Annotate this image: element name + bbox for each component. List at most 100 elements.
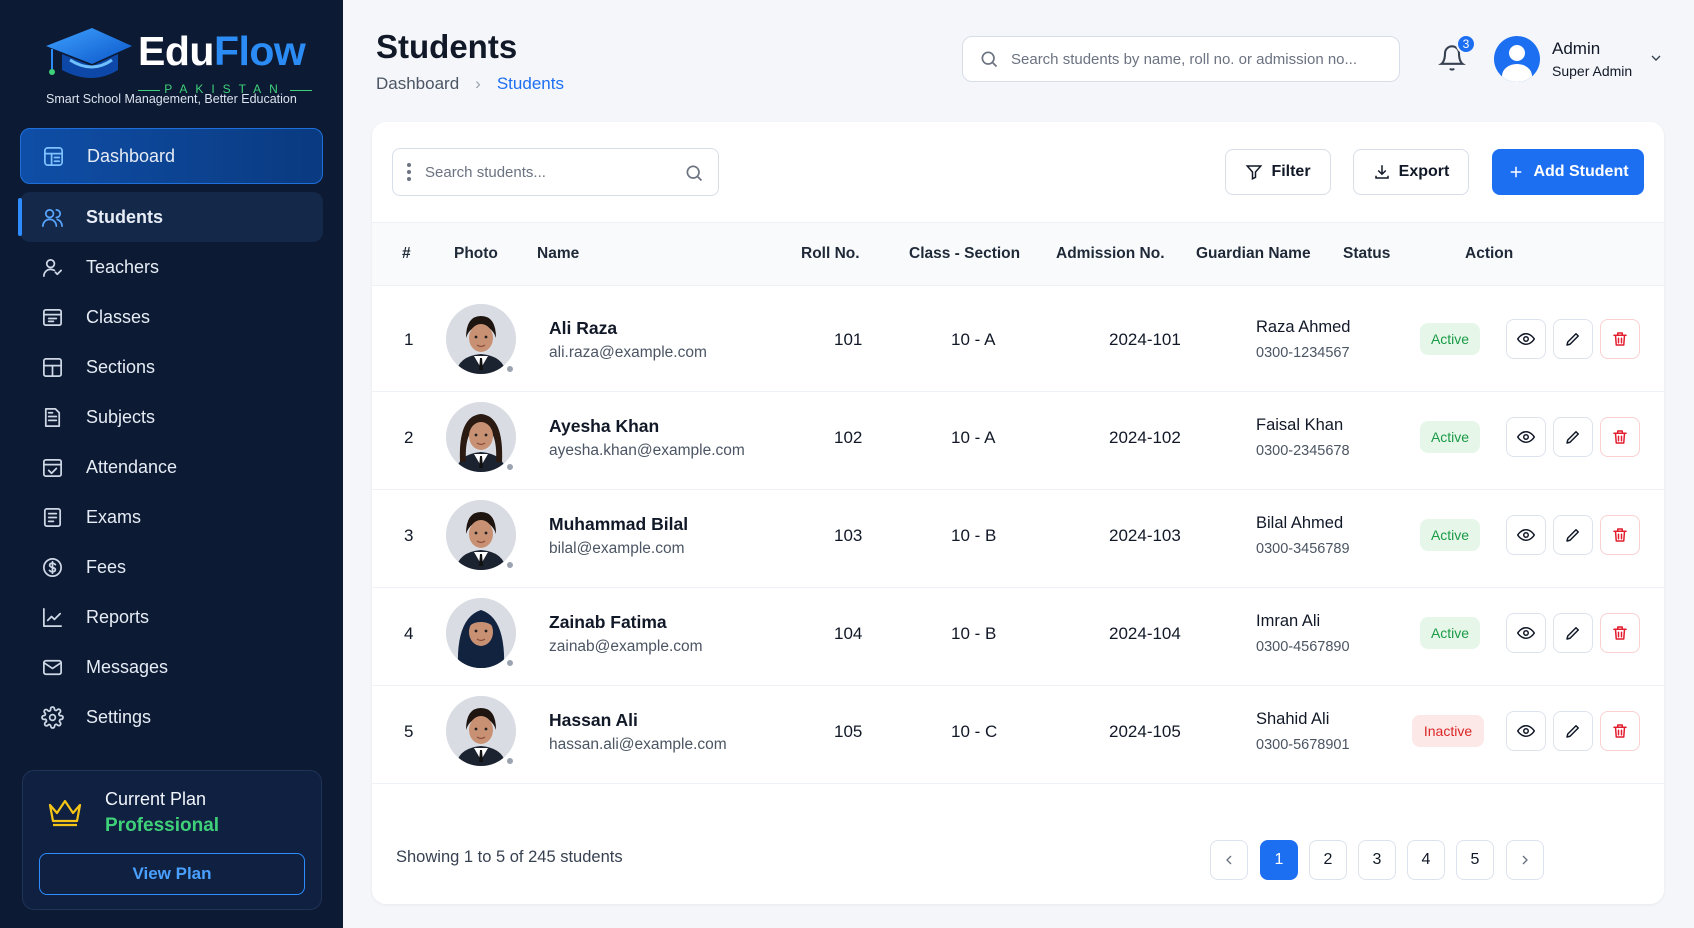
view-button[interactable] — [1506, 319, 1546, 359]
edit-button[interactable] — [1553, 613, 1593, 653]
sidebar-item-sections[interactable]: Sections — [20, 342, 323, 392]
edit-button[interactable] — [1553, 319, 1593, 359]
class-section: 10 - A — [951, 428, 996, 447]
teachers-icon — [40, 255, 64, 279]
breadcrumb-dashboard[interactable]: Dashboard — [376, 74, 459, 94]
sidebar-item-label: Messages — [86, 656, 169, 677]
filter-button[interactable]: Filter — [1225, 149, 1331, 195]
plan-label: Current Plan — [105, 789, 207, 809]
roll-number: 102 — [834, 428, 863, 447]
view-button[interactable] — [1506, 515, 1546, 555]
global-search-input[interactable] — [1011, 50, 1391, 68]
edit-button[interactable] — [1553, 417, 1593, 457]
sidebar-item-label: Attendance — [86, 456, 178, 477]
sidebar-item-subjects[interactable]: Subjects — [20, 392, 323, 442]
attendance-icon — [40, 455, 64, 479]
delete-button[interactable] — [1600, 515, 1640, 555]
table-row: 1 Ali Raza ali.raza@example.com 101 10 - A 20… — [372, 286, 1664, 392]
brand-logo[interactable]: EduFlow PAKISTAN Smart School Management… — [40, 22, 312, 112]
fees-icon — [40, 555, 64, 579]
column-header[interactable]: Guardian Name — [1196, 245, 1311, 263]
student-name[interactable]: Ali Raza — [549, 318, 617, 339]
sidebar-item-students[interactable]: Students — [18, 192, 323, 242]
table-row: 2 Ayesha Khan ayesha.khan@example.com 102 10… — [372, 384, 1664, 490]
sidebar-item-messages[interactable]: Messages — [20, 642, 323, 692]
brand-tagline: Smart School Management, Better Educatio… — [46, 92, 297, 106]
delete-button[interactable] — [1600, 613, 1640, 653]
sidebar-item-label: Classes — [86, 306, 151, 327]
row-number: 3 — [404, 526, 414, 545]
user-menu[interactable]: Admin Super Admin — [1494, 34, 1664, 84]
sidebar-item-dashboard[interactable]: Dashboard — [20, 128, 323, 184]
pagination-summary: Showing 1 to 5 of 245 students — [396, 848, 623, 866]
sidebar-item-label: Reports — [86, 606, 150, 627]
delete-button[interactable] — [1600, 319, 1640, 359]
roll-number: 103 — [834, 526, 863, 545]
next-page-button[interactable] — [1506, 840, 1544, 880]
sidebar-item-classes[interactable]: Classes — [20, 292, 323, 342]
student-name[interactable]: Hassan Ali — [549, 710, 638, 731]
class-section: 10 - B — [951, 526, 997, 545]
exams-icon — [40, 505, 64, 529]
sidebar-item-settings[interactable]: Settings — [20, 692, 323, 742]
column-header[interactable]: Admission No. — [1056, 245, 1165, 263]
student-photo — [446, 402, 516, 472]
view-button[interactable] — [1506, 417, 1546, 457]
column-header: # — [402, 245, 411, 262]
avatar — [1494, 36, 1540, 82]
add-student-button[interactable]: Add Student — [1492, 149, 1644, 195]
column-header[interactable]: Status — [1343, 245, 1390, 263]
column-header[interactable]: Roll No. — [801, 245, 860, 263]
row-number: 2 — [404, 428, 414, 447]
reports-icon — [40, 605, 64, 629]
student-email: ali.raza@example.com — [549, 344, 707, 361]
column-header: Action — [1465, 245, 1514, 262]
guardian-name: Faisal Khan — [1256, 416, 1344, 434]
sidebar-nav: Dashboard Students Teachers Classes Sect… — [18, 128, 323, 742]
eye-icon — [1517, 529, 1535, 541]
sidebar-item-attendance[interactable]: Attendance — [20, 442, 323, 492]
page-button[interactable]: 5 — [1456, 840, 1494, 880]
sidebar-item-reports[interactable]: Reports — [20, 592, 323, 642]
delete-button[interactable] — [1600, 417, 1640, 457]
guardian-phone: 0300-3456789 — [1256, 541, 1350, 557]
delete-button[interactable] — [1600, 711, 1640, 751]
student-name[interactable]: Zainab Fatima — [549, 612, 667, 633]
table-row: 3 Muhammad Bilal bilal@example.com 103 10 - … — [372, 482, 1664, 588]
page-button[interactable]: 2 — [1309, 840, 1347, 880]
prev-page-button[interactable] — [1210, 840, 1248, 880]
eye-icon — [1517, 725, 1535, 737]
admission-number: 2024-102 — [1109, 428, 1181, 447]
plan-tier: Professional — [105, 815, 220, 836]
student-photo — [446, 500, 516, 570]
view-button[interactable] — [1506, 613, 1546, 653]
edit-button[interactable] — [1553, 711, 1593, 751]
sidebar-item-label: Exams — [86, 506, 142, 527]
class-section: 10 - C — [951, 722, 998, 741]
view-button[interactable] — [1506, 711, 1546, 751]
students-search[interactable] — [392, 148, 719, 196]
table-row: 5 Hassan Ali hassan.ali@example.com 105 10 -… — [372, 678, 1664, 784]
status-badge: Active — [1420, 617, 1480, 649]
page-button[interactable]: 3 — [1358, 840, 1396, 880]
edit-button[interactable] — [1553, 515, 1593, 555]
notifications-button[interactable]: 3 — [1438, 34, 1476, 74]
sidebar-item-teachers[interactable]: Teachers — [20, 242, 323, 292]
notification-badge: 3 — [1456, 34, 1476, 54]
student-name[interactable]: Muhammad Bilal — [549, 514, 688, 535]
page-button[interactable]: 4 — [1407, 840, 1445, 880]
guardian-name: Raza Ahmed — [1256, 318, 1351, 336]
students-search-input[interactable] — [425, 163, 675, 181]
column-header[interactable]: Name — [537, 245, 579, 263]
export-button[interactable]: Export — [1353, 149, 1469, 195]
view-plan-button[interactable]: View Plan — [39, 853, 305, 895]
page-button[interactable]: 1 — [1260, 840, 1298, 880]
global-search[interactable] — [962, 36, 1400, 82]
column-header[interactable]: Class - Section — [909, 245, 1020, 263]
student-name[interactable]: Ayesha Khan — [549, 416, 659, 437]
sidebar-item-exams[interactable]: Exams — [20, 492, 323, 542]
classes-icon — [40, 305, 64, 329]
sidebar-item-fees[interactable]: Fees — [20, 542, 323, 592]
column-header: Photo — [454, 245, 498, 262]
sidebar-item-label: Settings — [86, 706, 152, 727]
